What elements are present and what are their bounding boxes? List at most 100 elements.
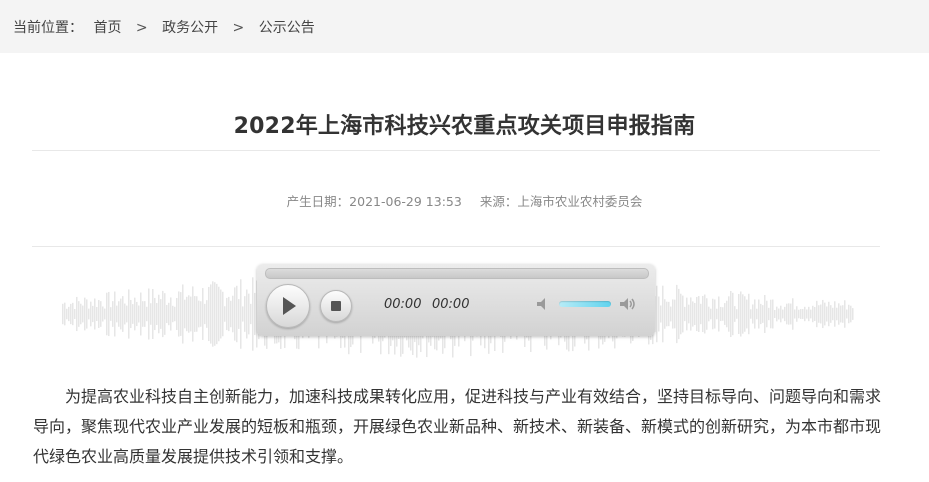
play-button[interactable] xyxy=(266,284,310,328)
waveform-bar xyxy=(96,306,98,322)
waveform-bar xyxy=(666,301,668,327)
duration-time: 00:00 xyxy=(432,297,470,312)
breadcrumb-gov-affairs[interactable]: 政务公开 xyxy=(162,20,218,36)
waveform-bar xyxy=(214,282,216,346)
waveform-bar xyxy=(848,304,850,324)
waveform-bar xyxy=(756,308,758,320)
waveform-bar xyxy=(100,301,102,327)
waveform-bar xyxy=(148,288,150,340)
breadcrumb: 当前位置： 首页 > 政务公开 > 公示公告 xyxy=(13,17,315,37)
waveform-bar xyxy=(128,289,130,339)
date-value: 2021-06-29 13:53 xyxy=(349,194,462,209)
waveform-bar xyxy=(802,309,804,319)
waveform-bar xyxy=(64,302,66,326)
waveform-bar xyxy=(78,301,80,327)
article-title: 2022年上海市科技兴农重点攻关项目申报指南 xyxy=(233,114,696,139)
waveform-bar xyxy=(820,304,822,324)
waveform-bar xyxy=(716,308,718,320)
waveform-bar xyxy=(76,296,78,332)
waveform-bar xyxy=(754,299,756,329)
source-value: 上海市农业农村委员会 xyxy=(517,194,643,209)
waveform-bar xyxy=(690,297,692,331)
waveform-bar xyxy=(84,297,86,331)
waveform-bar xyxy=(202,288,204,340)
waveform-bar xyxy=(800,309,802,319)
waveform-bar xyxy=(180,292,182,336)
waveform-bar xyxy=(748,293,750,335)
waveform-bar xyxy=(238,299,240,329)
waveform-bar xyxy=(126,305,128,323)
waveform-bar xyxy=(90,301,92,327)
waveform-bar xyxy=(826,306,828,322)
waveform-bar xyxy=(656,285,658,343)
waveform-bar xyxy=(776,306,778,322)
waveform-bar xyxy=(734,306,736,322)
waveform-bar xyxy=(710,308,712,320)
waveform-bar xyxy=(696,296,698,332)
breadcrumb-home[interactable]: 首页 xyxy=(93,20,121,36)
waveform-bar xyxy=(222,291,224,337)
waveform-bar xyxy=(108,291,110,337)
waveform-bar xyxy=(778,308,780,320)
waveform-bar xyxy=(784,306,786,322)
waveform-bar xyxy=(720,306,722,322)
waveform-bar xyxy=(792,298,794,330)
waveform-bar xyxy=(192,286,194,342)
waveform-bar xyxy=(210,284,212,344)
waveform-bar xyxy=(236,285,238,343)
waveform-bar xyxy=(728,296,730,332)
waveform-bar xyxy=(134,297,136,331)
waveform-bar xyxy=(662,285,664,343)
waveform-bar xyxy=(154,297,156,331)
waveform-bar xyxy=(846,309,848,319)
waveform-bar xyxy=(708,306,710,322)
stop-button[interactable] xyxy=(320,290,352,322)
waveform-bar xyxy=(740,291,742,337)
waveform-bar xyxy=(74,309,76,319)
waveform-bar xyxy=(684,306,686,322)
waveform-bar xyxy=(98,300,100,328)
waveform-bar xyxy=(746,299,748,329)
waveform-bar xyxy=(66,308,68,320)
waveform-bar xyxy=(122,296,124,332)
waveform-bar xyxy=(664,299,666,329)
waveform-bar xyxy=(766,300,768,328)
waveform-bar xyxy=(810,309,812,319)
waveform-bar xyxy=(252,277,254,351)
waveform-bar xyxy=(788,303,790,325)
audio-progress-track[interactable] xyxy=(265,268,649,279)
waveform-bar xyxy=(770,299,772,329)
waveform-bar xyxy=(670,306,672,322)
waveform-bar xyxy=(104,308,106,320)
waveform-bar xyxy=(118,301,120,327)
waveform-bar xyxy=(120,298,122,330)
waveform-bar xyxy=(718,296,720,332)
waveform-bar xyxy=(686,297,688,331)
waveform-bar xyxy=(790,303,792,325)
waveform-bar xyxy=(144,301,146,327)
waveform-bar xyxy=(242,306,244,322)
waveform-bar xyxy=(850,305,852,323)
volume-slider[interactable] xyxy=(559,301,611,307)
waveform-bar xyxy=(228,296,230,332)
waveform-bar xyxy=(672,299,674,329)
waveform-bar xyxy=(714,299,716,329)
waveform-bar xyxy=(730,290,732,338)
article-meta: 产生日期：2021-06-29 13:53 来源：上海市农业农村委员会 xyxy=(0,191,929,210)
waveform-bar xyxy=(178,291,180,337)
waveform-bar xyxy=(172,305,174,323)
waveform-bar xyxy=(844,300,846,328)
breadcrumb-announcements[interactable]: 公示公告 xyxy=(259,20,315,36)
waveform-bar xyxy=(254,292,256,336)
waveform-bar xyxy=(750,309,752,319)
volume-max-icon[interactable] xyxy=(619,295,637,313)
breadcrumb-separator: > xyxy=(232,20,245,36)
waveform-bar xyxy=(70,303,72,325)
waveform-bar xyxy=(240,279,242,349)
current-time: 00:00 xyxy=(384,297,422,312)
waveform-bar xyxy=(206,300,208,328)
waveform-bar xyxy=(208,286,210,342)
volume-mute-icon[interactable] xyxy=(535,295,553,313)
source-label: 来源： xyxy=(479,194,518,209)
waveform-bar xyxy=(702,295,704,333)
